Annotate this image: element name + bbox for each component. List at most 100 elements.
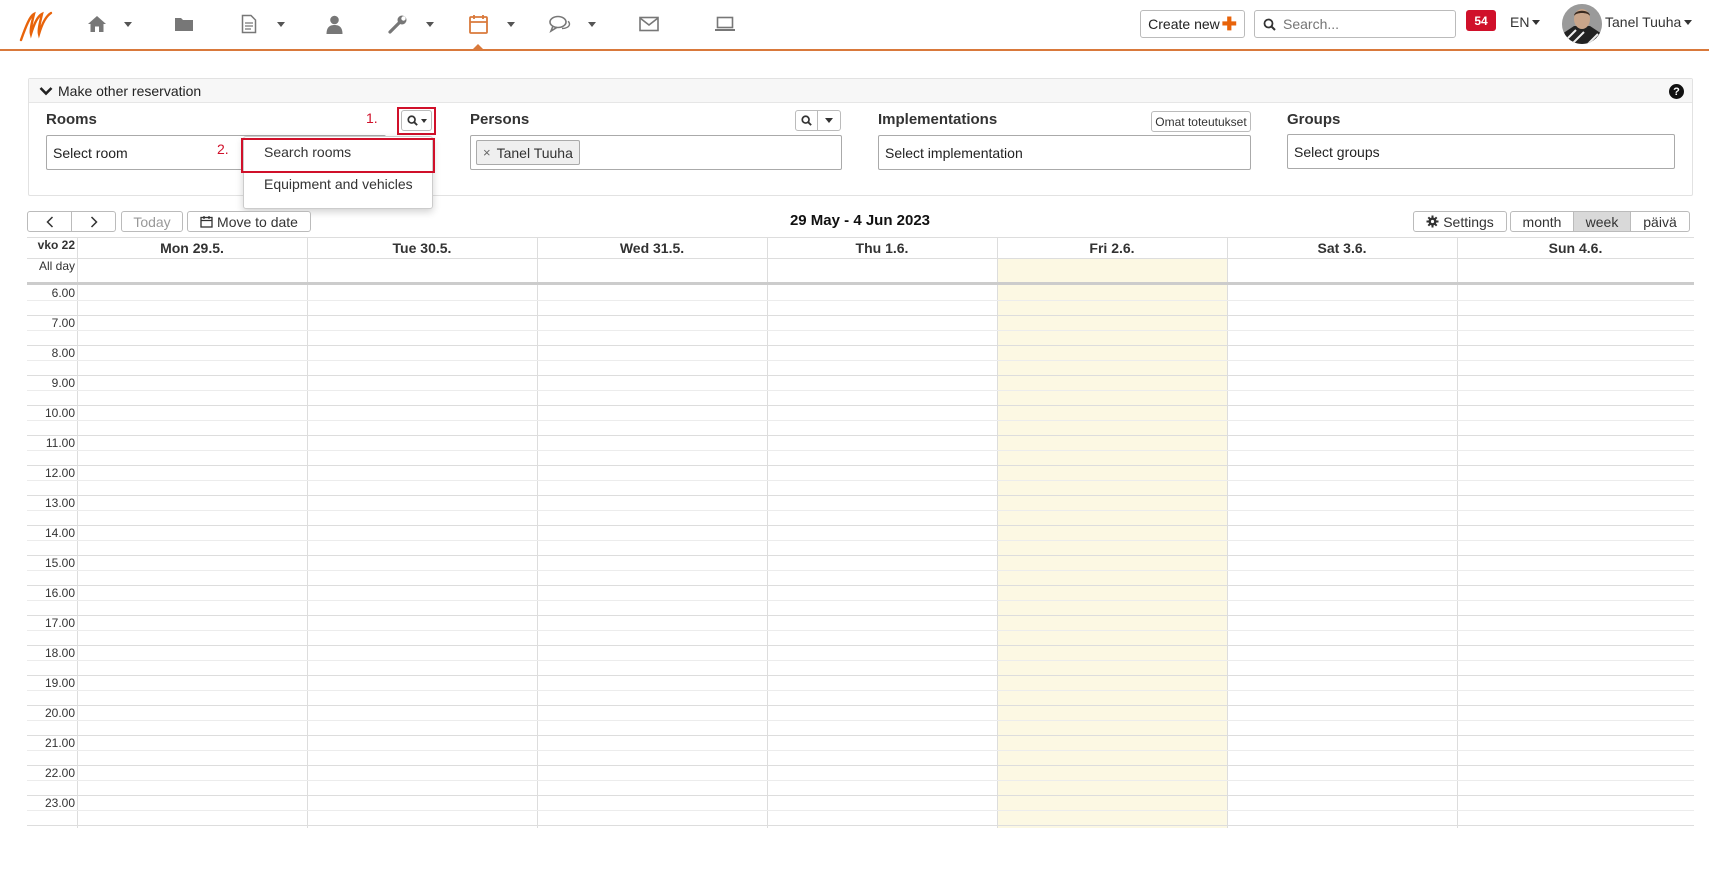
hour-label: 18.00 — [44, 646, 75, 660]
persons-search-button[interactable] — [795, 110, 818, 131]
chevron-down-icon — [1532, 19, 1541, 25]
nav-document[interactable] — [241, 12, 257, 36]
implementations-label: Implementations — [878, 111, 998, 128]
grid-line — [27, 330, 1694, 331]
person-tag[interactable]: × Tanel Tuuha — [476, 140, 580, 165]
highlight-step-1 — [397, 107, 436, 135]
move-to-date-button[interactable]: Move to date — [187, 211, 311, 232]
day-header-sat[interactable]: Sat 3.6. — [1227, 237, 1457, 258]
grid-line — [27, 480, 1694, 481]
grid-line — [27, 735, 1694, 736]
hour-label: 12.00 — [44, 466, 75, 480]
avatar[interactable] — [1562, 4, 1602, 44]
today-button[interactable]: Today — [121, 211, 183, 232]
language-label: EN — [1510, 14, 1530, 30]
day-column-divider — [767, 237, 768, 828]
groups-select[interactable]: Select groups — [1287, 134, 1675, 169]
day-column-divider — [1457, 237, 1458, 828]
hour-label: 20.00 — [44, 706, 75, 720]
date-range-title: 29 May - 4 Jun 2023 — [789, 212, 931, 229]
day-header-sun[interactable]: Sun 4.6. — [1457, 237, 1694, 258]
nav-home[interactable] — [87, 12, 107, 36]
persons-select[interactable]: × Tanel Tuuha — [470, 135, 842, 170]
app-logo[interactable] — [18, 6, 56, 47]
search-input[interactable] — [1281, 15, 1451, 33]
grid-line — [27, 570, 1694, 571]
own-implementations-button[interactable]: Omat toteutukset — [1151, 111, 1251, 132]
nav-user[interactable] — [326, 12, 343, 36]
implementation-select[interactable]: Select implementation — [878, 135, 1251, 170]
nav-tools[interactable] — [388, 12, 408, 36]
grid-line — [27, 585, 1694, 586]
logo-icon — [19, 11, 53, 42]
menu-item-equipment-vehicles[interactable]: Equipment and vehicles — [244, 169, 432, 199]
nav-messages[interactable] — [549, 12, 571, 36]
grid-line — [27, 345, 1694, 346]
next-button[interactable] — [71, 211, 116, 232]
help-icon[interactable]: ? — [1669, 84, 1684, 99]
settings-button[interactable]: Settings — [1413, 211, 1507, 232]
view-day-label: päivä — [1643, 213, 1677, 230]
own-implementations-label: Omat toteutukset — [1155, 114, 1247, 129]
day-column-divider — [1227, 237, 1228, 828]
day-header-fri[interactable]: Fri 2.6. — [997, 237, 1227, 258]
language-selector[interactable]: EN — [1510, 14, 1541, 30]
view-day-button[interactable]: päivä — [1630, 211, 1690, 232]
hour-label: 23.00 — [44, 796, 75, 810]
chevron-down-icon[interactable] — [588, 22, 596, 27]
hour-label: 22.00 — [44, 766, 75, 780]
grid-line — [27, 510, 1694, 511]
prev-button[interactable] — [27, 211, 72, 232]
person-tag-label: Tanel Tuuha — [496, 144, 573, 161]
grid-line — [27, 825, 1694, 826]
notification-badge[interactable]: 54 — [1466, 10, 1496, 31]
chevron-down-icon[interactable] — [124, 22, 132, 27]
persons-label: Persons — [470, 111, 530, 128]
calendar-icon — [469, 15, 488, 34]
user-menu[interactable]: Tanel Tuuha — [1605, 14, 1693, 30]
chevron-down-icon[interactable] — [426, 22, 434, 27]
day-header-thu[interactable]: Thu 1.6. — [767, 237, 997, 258]
view-week-button[interactable]: week — [1573, 211, 1631, 232]
day-header-mon[interactable]: Mon 29.5. — [77, 237, 307, 258]
remove-icon[interactable]: × — [483, 145, 491, 160]
grid-line — [27, 795, 1694, 796]
document-icon — [241, 14, 257, 34]
panel-header[interactable]: Make other reservation ? — [29, 79, 1692, 103]
chevron-down-icon — [39, 86, 53, 95]
home-icon — [88, 16, 106, 32]
day-column-divider — [307, 237, 308, 828]
grid-line — [27, 675, 1694, 676]
view-month-label: month — [1522, 213, 1562, 230]
day-header-wed[interactable]: Wed 31.5. — [537, 237, 767, 258]
folder-icon — [175, 18, 193, 31]
move-to-date-label: Move to date — [217, 213, 298, 230]
hour-label: 9.00 — [51, 376, 75, 390]
nav-folder[interactable] — [174, 12, 194, 36]
grid-line — [27, 765, 1694, 766]
groups-select-placeholder: Select groups — [1294, 143, 1380, 160]
global-search[interactable] — [1254, 10, 1456, 38]
hour-label: 21.00 — [44, 736, 75, 750]
hour-label: 6.00 — [51, 286, 75, 300]
nav-mail[interactable] — [639, 12, 659, 36]
grid-line — [27, 360, 1694, 361]
nav-calendar[interactable] — [469, 12, 488, 36]
chevron-down-icon[interactable] — [277, 22, 285, 27]
create-new-button[interactable]: Create new ✚ — [1140, 10, 1245, 38]
plus-icon: ✚ — [1221, 14, 1237, 34]
hour-label: 15.00 — [44, 556, 75, 570]
grid-line — [27, 555, 1694, 556]
day-column-divider — [997, 237, 998, 828]
hour-label: 8.00 — [51, 346, 75, 360]
chevron-down-icon[interactable] — [507, 22, 515, 27]
grid-line — [27, 315, 1694, 316]
view-month-button[interactable]: month — [1510, 211, 1574, 232]
nav-laptop[interactable] — [714, 12, 736, 36]
day-header-tue[interactable]: Tue 30.5. — [307, 237, 537, 258]
active-tab-indicator — [472, 44, 484, 50]
wrench-icon — [388, 15, 407, 34]
persons-menu-button[interactable] — [817, 110, 841, 131]
annotation-step-2: 2. — [217, 141, 229, 157]
grid-line — [27, 645, 1694, 646]
